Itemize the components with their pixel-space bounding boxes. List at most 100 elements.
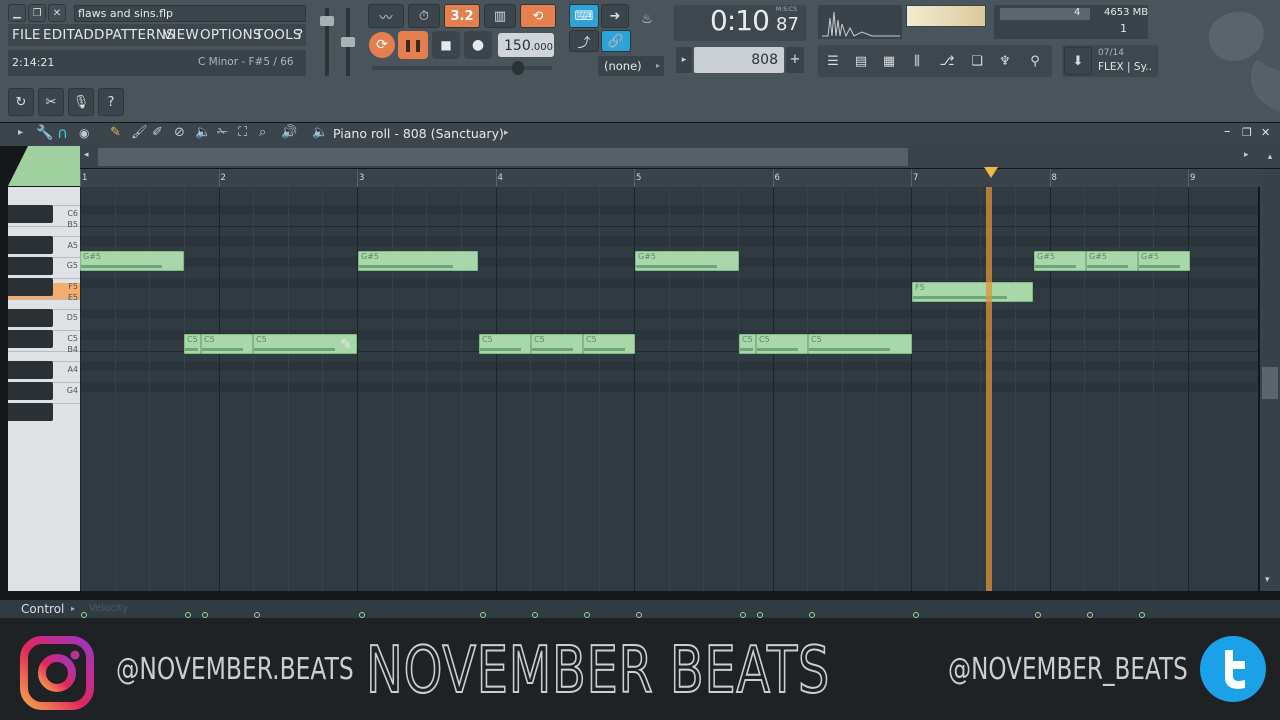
pattern-song-toggle[interactable]: ⟳: [369, 32, 395, 58]
note-gsharp5[interactable]: G#5: [80, 251, 184, 271]
timeline-ruler[interactable]: 1 2 3 4 5 6 7 8 9: [80, 169, 1260, 187]
note-gsharp5[interactable]: G#5: [1138, 251, 1190, 271]
horizontal-scrollbar[interactable]: ◂ ▸: [80, 146, 1260, 168]
select-tool-icon[interactable]: ✁: [217, 125, 228, 140]
note-grid[interactable]: G#5 G#5 G#5 G#5 G#5 G#5 F5 C5 C5 C5 C5 C5 C5 C5 C5 C5: [80, 187, 1258, 591]
playhead-marker-icon[interactable]: [983, 166, 999, 180]
white-key[interactable]: [8, 189, 80, 207]
menu-view[interactable]: VIEW: [163, 27, 199, 43]
wait-for-input-icon[interactable]: ⤴: [569, 30, 599, 52]
add-pattern-button[interactable]: +: [786, 47, 804, 73]
piano-keyboard[interactable]: C6 B5 A5 G5 F5 E5 D5 C5 B4 A4 G4: [8, 187, 80, 591]
magnifier-icon[interactable]: ⌕: [259, 125, 266, 140]
black-key[interactable]: [8, 361, 53, 380]
black-key[interactable]: [8, 402, 53, 421]
event-editor-strip[interactable]: Control ▸ Velocity: [0, 600, 1280, 618]
note-gsharp5[interactable]: G#5: [1086, 251, 1138, 271]
black-key[interactable]: [8, 236, 53, 255]
menu-file[interactable]: FILE: [12, 27, 41, 43]
help-icon[interactable]: ?: [98, 88, 124, 116]
delete-tool-icon[interactable]: ✐: [152, 125, 163, 140]
tempo-fine-handle[interactable]: [512, 61, 524, 75]
black-key[interactable]: [8, 205, 53, 224]
scroll-left-arrow[interactable]: ◂: [84, 150, 89, 160]
note-gsharp5[interactable]: G#5: [358, 251, 478, 271]
snap-dropdown[interactable]: (none) ▸: [598, 56, 664, 76]
microphone-icon[interactable]: 🎙: [68, 88, 94, 116]
pr-close-icon[interactable]: ✕: [1261, 126, 1270, 139]
pencil-icon[interactable]: ✎: [110, 125, 121, 140]
restore-icon[interactable]: ❐: [28, 4, 46, 22]
vertical-scroll-thumb[interactable]: [1262, 367, 1278, 399]
scroll-thumb[interactable]: [98, 148, 908, 166]
minimize-icon[interactable]: ▁: [8, 4, 26, 22]
download-icon[interactable]: ⬇: [1064, 47, 1092, 75]
pattern-prev-arrow[interactable]: ▸: [676, 47, 692, 73]
link-icon[interactable]: 🔗: [601, 30, 631, 52]
channel-rack-icon[interactable]: ▦: [876, 47, 902, 75]
zoom-tool-icon[interactable]: ⛶: [238, 125, 247, 140]
note-f5[interactable]: F5: [912, 282, 1033, 303]
note-c5[interactable]: C5: [808, 334, 912, 355]
note-c5[interactable]: C5: [479, 334, 531, 355]
note-c5[interactable]: C5: [756, 334, 808, 355]
note-c5[interactable]: C5: [739, 334, 756, 355]
tempo-tapper-icon[interactable]: ⚲: [1022, 47, 1048, 75]
playlist-icon[interactable]: ☰: [820, 47, 846, 75]
stop-button[interactable]: ■: [432, 31, 460, 59]
browser-icon[interactable]: ⎇: [934, 47, 960, 75]
black-key[interactable]: [8, 381, 53, 400]
black-key[interactable]: [8, 277, 53, 296]
pause-button[interactable]: ❚❚: [398, 31, 428, 59]
arrow-right-icon[interactable]: ➜: [601, 4, 629, 28]
mixer-icon[interactable]: ⫼: [904, 47, 930, 75]
project-icon[interactable]: ❏: [964, 47, 990, 75]
pr-minimize-icon[interactable]: –: [1224, 124, 1231, 139]
tempo-fine-slider[interactable]: [372, 66, 552, 70]
black-key[interactable]: [8, 329, 53, 348]
note-c5[interactable]: C5: [201, 334, 253, 355]
paint-brush-icon[interactable]: 🖌: [131, 125, 148, 140]
waveform-icon[interactable]: 〰: [368, 4, 404, 28]
note-c5[interactable]: C5: [531, 334, 583, 355]
slice-tool-icon[interactable]: 🔈: [195, 125, 211, 140]
step-edit-icon[interactable]: ▥: [484, 4, 516, 28]
countdown-button[interactable]: 3.2: [444, 4, 480, 28]
menu-add[interactable]: ADD: [74, 27, 105, 43]
loop-record-icon[interactable]: ⟲: [520, 4, 556, 28]
scroll-down-arrow[interactable]: ▾: [1265, 575, 1270, 585]
note-c5[interactable]: C5: [583, 334, 635, 355]
menu-help[interactable]: ?: [296, 27, 303, 43]
recording-filter-icon[interactable]: ♨: [632, 4, 662, 34]
menu-tools[interactable]: TOOLS: [255, 27, 302, 43]
note-c5[interactable]: C5: [184, 334, 201, 355]
black-key[interactable]: [8, 309, 53, 328]
record-mode-icon[interactable]: ◉: [79, 126, 89, 140]
tempo-display[interactable]: 150.000: [498, 33, 554, 57]
mute-tool-icon[interactable]: ⊘: [174, 125, 185, 140]
playback-tool-icon[interactable]: 🔊: [281, 125, 297, 140]
master-pitch-handle[interactable]: [341, 37, 355, 47]
menu-options[interactable]: OPTIONS: [200, 27, 262, 43]
close-icon[interactable]: ✕: [48, 4, 66, 22]
scroll-right-arrow[interactable]: ▸: [1244, 150, 1249, 160]
piano-roll-icon[interactable]: ▤: [848, 47, 874, 75]
undo-icon[interactable]: ↻: [8, 88, 34, 116]
control-label[interactable]: Control: [21, 602, 64, 616]
vertical-scrollbar[interactable]: ▾: [1260, 169, 1280, 591]
metronome-icon[interactable]: ⏱: [408, 4, 440, 28]
menu-edit[interactable]: EDIT: [43, 27, 75, 43]
options-arrow-icon[interactable]: ▸: [18, 127, 23, 138]
black-key[interactable]: [8, 257, 53, 276]
vertical-scrollbar-up[interactable]: ▴: [1260, 146, 1280, 168]
record-button[interactable]: ●: [464, 31, 492, 59]
typing-keyboard-icon[interactable]: ⌨: [569, 4, 599, 28]
pattern-selector[interactable]: 808: [694, 47, 784, 73]
plugin-icon[interactable]: ♆: [992, 47, 1018, 75]
master-volume-handle[interactable]: [320, 16, 334, 26]
wrench-icon[interactable]: 🔧: [36, 125, 53, 141]
pr-maximize-icon[interactable]: ❐: [1242, 126, 1252, 139]
cut-tools-icon[interactable]: ✂: [38, 88, 64, 116]
note-gsharp5[interactable]: G#5: [635, 251, 739, 271]
magnet-icon[interactable]: ∩: [57, 124, 68, 142]
